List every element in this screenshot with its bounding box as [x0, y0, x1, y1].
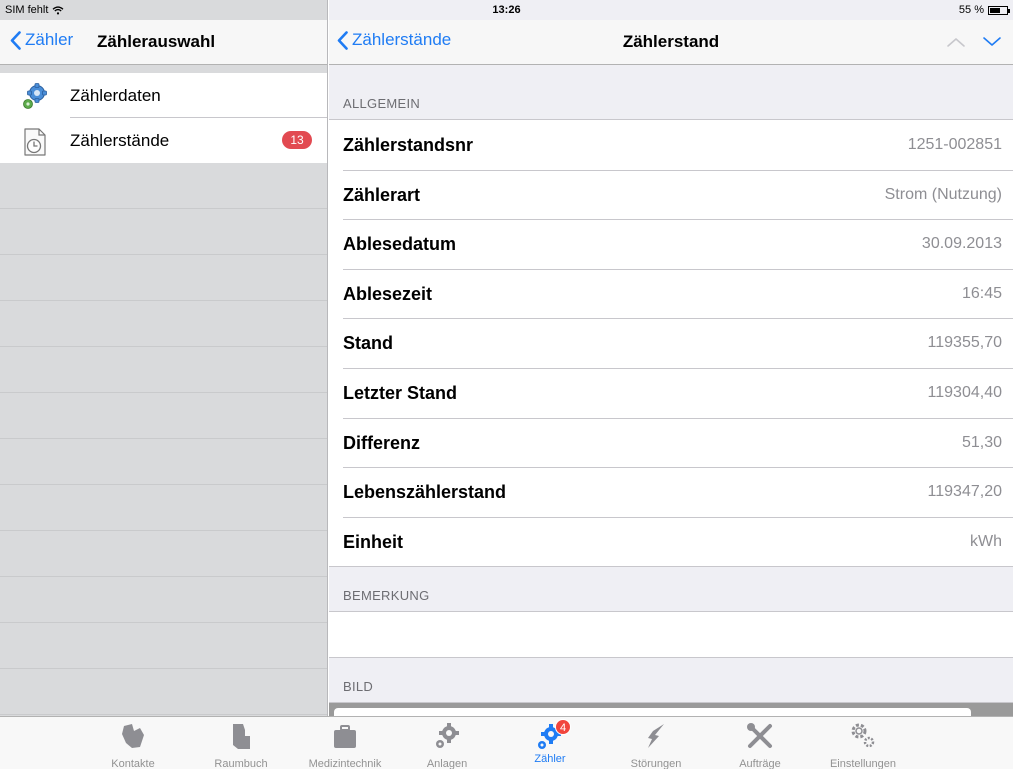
field-label: Einheit: [343, 531, 404, 552]
section-header-bild: BILD: [343, 679, 374, 695]
tab-zaehler[interactable]: 4 Zähler: [505, 719, 595, 765]
field-value: 51,30: [961, 433, 1002, 451]
detail-navigation-bar: Zählerstände Zählerstand: [329, 20, 1013, 65]
master-title: Zählerauswahl: [97, 32, 216, 51]
list-item-label: Zählerdaten: [70, 86, 161, 105]
field-label: Lebenszählerstand: [343, 482, 507, 503]
tab-label: Kontakte: [111, 758, 155, 769]
back-button-zaehler[interactable]: Zähler: [10, 30, 73, 50]
gear-icon: [436, 723, 459, 748]
field-row-differenz[interactable]: Differenz 51,30: [329, 417, 1013, 468]
field-value: 119304,40: [927, 383, 1002, 401]
list-item-label: Zählerstände: [70, 131, 170, 150]
field-value: 119355,70: [927, 334, 1002, 352]
tab-label: Zähler: [534, 753, 566, 765]
detail-content: ALLGEMEIN Zählerstandsnr 1251-002851 Zäh…: [329, 65, 1013, 716]
back-button-label: Zählerstände: [352, 30, 452, 49]
field-value: kWh: [970, 532, 1002, 550]
tab-label: Medizintechnik: [308, 758, 382, 769]
tab-einstellungen[interactable]: Einstellungen: [818, 721, 908, 769]
fields-group: Zählerstandsnr 1251-002851 Zählerart Str…: [329, 119, 1013, 568]
tab-icon-wrapper: 4: [535, 719, 571, 751]
medical-case-icon: [334, 725, 356, 748]
image-card[interactable]: [334, 708, 971, 716]
field-label: Differenz: [343, 432, 421, 453]
field-row-lebenszaehlerstand[interactable]: Lebenszählerstand 119347,20: [329, 467, 1013, 517]
tab-raumbuch[interactable]: Raumbuch: [196, 721, 286, 769]
field-value: 119347,20: [927, 483, 1002, 501]
field-label: Letzter Stand: [343, 382, 458, 403]
empty-list-area: [0, 163, 327, 716]
list-item-zaehlerdaten[interactable]: Zählerdaten: [0, 73, 327, 118]
clock: 13:26: [492, 4, 521, 16]
status-bar: SIM fehlt 13:26 55 %: [0, 0, 1013, 20]
master-pane: Zähler Zählerauswahl Zählerdaten Zählers…: [0, 0, 328, 716]
detail-pane: Zählerstände Zählerstand ALLGEMEIN Zähle…: [329, 0, 1013, 716]
master-list: Zählerdaten Zählerstände 13: [0, 73, 327, 163]
field-value: 1251-002851: [907, 136, 1002, 153]
settings-icon: [851, 723, 875, 748]
master-navigation-bar: Zähler Zählerauswahl: [0, 20, 327, 65]
list-item-zaehlerstaende[interactable]: Zählerstände 13: [0, 118, 327, 163]
section-header-bemerkung: BEMERKUNG: [343, 588, 430, 604]
remark-field[interactable]: [329, 611, 1013, 659]
tab-label: Einstellungen: [829, 758, 897, 769]
contacts-icon: [122, 724, 144, 748]
gears-icon: [23, 83, 47, 109]
lightning-icon: [648, 724, 664, 748]
carrier-text: SIM fehlt: [5, 4, 49, 16]
tab-stoerungen[interactable]: Störungen: [611, 721, 701, 769]
tab-auftraege[interactable]: Aufträge: [715, 721, 805, 769]
tab-bar: Kontakte Raumbuch Medizintechnik Anlagen: [0, 716, 1013, 769]
tab-badge: 4: [555, 719, 571, 735]
chevron-left-icon: [337, 30, 348, 50]
count-badge: 13: [282, 131, 312, 149]
field-row-einheit[interactable]: Einheit kWh: [329, 516, 1013, 567]
image-area: [329, 702, 1013, 716]
chevron-left-icon: [10, 30, 21, 50]
field-label: Zählerstandsnr: [343, 135, 474, 155]
field-value: 30.09.2013: [921, 235, 1002, 253]
field-label: Ablesedatum: [343, 234, 457, 255]
tab-label: Anlagen: [426, 758, 468, 769]
field-label: Ablesezeit: [343, 283, 433, 304]
field-label: Zählerart: [343, 184, 421, 205]
chevron-up-icon[interactable]: [945, 34, 967, 50]
field-row-ablesezeit[interactable]: Ablesezeit 16:45: [329, 268, 1013, 319]
field-row-ablesedatum[interactable]: Ablesedatum 30.09.2013: [329, 219, 1013, 269]
tab-medizintechnik[interactable]: Medizintechnik: [300, 721, 390, 769]
battery-percentage: 55 %: [958, 4, 984, 16]
tab-label: Raumbuch: [214, 758, 268, 769]
back-button-label: Zähler: [25, 30, 74, 49]
field-value: Strom (Nutzung): [884, 185, 1002, 203]
section-header-allgemein: ALLGEMEIN: [343, 96, 421, 111]
field-row-zaehlerart[interactable]: Zählerart Strom (Nutzung): [329, 169, 1013, 220]
room-book-icon: [233, 724, 250, 749]
wifi-icon: [52, 5, 64, 14]
tools-icon: [747, 723, 772, 748]
clock-document-icon: [24, 128, 46, 156]
tab-kontakte[interactable]: Kontakte: [88, 721, 178, 769]
battery-icon: [988, 5, 1010, 15]
field-value: 16:45: [961, 284, 1002, 302]
chevron-down-icon[interactable]: [981, 34, 1003, 50]
tab-label: Störungen: [630, 758, 682, 769]
tab-label: Aufträge: [739, 758, 781, 769]
field-row-letzter-stand[interactable]: Letzter Stand 119304,40: [329, 367, 1013, 418]
field-label: Stand: [343, 333, 394, 354]
back-button-zaehlerstaende[interactable]: Zählerstände: [337, 30, 451, 50]
field-row-stand[interactable]: Stand 119355,70: [329, 318, 1013, 368]
field-row-zaehlerstandsnr[interactable]: Zählerstandsnr 1251-002851: [329, 120, 1013, 170]
tab-anlagen[interactable]: Anlagen: [402, 721, 492, 769]
